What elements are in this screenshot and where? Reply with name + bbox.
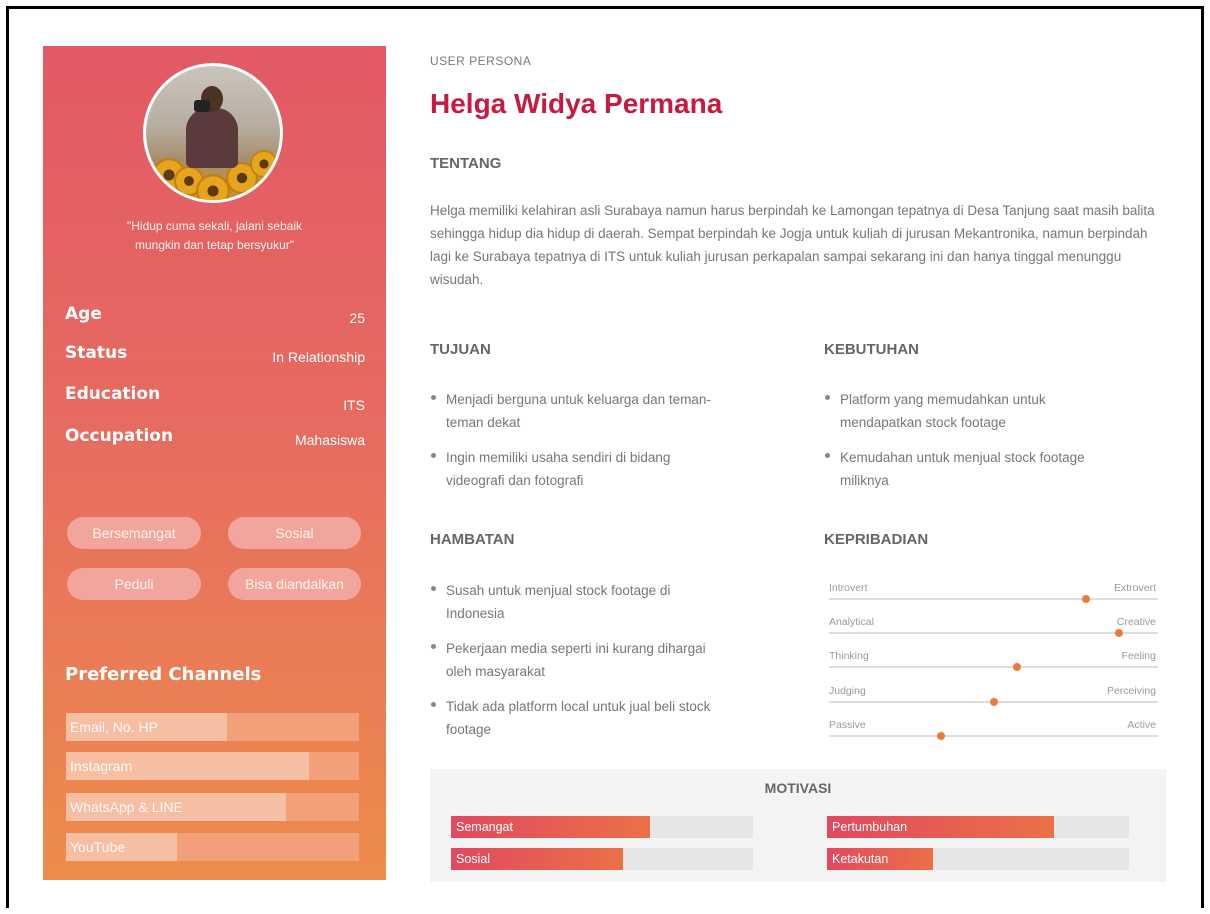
info-value: Mahasiswa: [294, 432, 365, 448]
trait-left-label: Analytical: [829, 616, 874, 628]
avatar: [143, 63, 283, 203]
info-value: In Relationship: [272, 349, 365, 365]
motivation-label: Pertumbuhan: [832, 820, 908, 834]
channel-bar: Email, No. HP: [66, 713, 359, 741]
section-title-hambatan: HAMBATAN: [430, 531, 515, 548]
section-title-kebutuhan: KEBUTUHAN: [824, 341, 919, 358]
motivation-bar: Semangat: [451, 816, 753, 838]
channel-label: Instagram: [70, 758, 133, 774]
list-item: Tidak ada platform local untuk jual beli…: [430, 695, 720, 741]
trait-slider-handle: [936, 732, 945, 740]
list-item: Pekerjaan media seperti ini kurang dihar…: [430, 637, 720, 683]
channel-bar: Instagram: [66, 752, 359, 780]
persona-name: Helga Widya Permana: [430, 88, 723, 119]
trait-right-label: Perceiving: [1106, 685, 1156, 697]
channel-label: Email, No. HP: [70, 719, 158, 735]
trait-right-label: Active: [1127, 719, 1156, 731]
info-label: Education: [65, 384, 161, 404]
motivation-bar: Ketakutan: [827, 848, 1129, 870]
persona-eyebrow: USER PERSONA: [430, 54, 532, 68]
tag-sosial: Sosial: [228, 517, 361, 549]
info-education: Education ITS: [65, 384, 365, 413]
motivation-bar: Pertumbuhan: [827, 816, 1129, 838]
tag-peduli: Peduli: [67, 568, 201, 600]
motivation-label: Sosial: [456, 852, 491, 866]
channel-label: WhatsApp & LINE: [70, 799, 183, 815]
trait-slider-handle: [1114, 629, 1123, 637]
motivation-bar: Sosial: [451, 848, 753, 870]
avatar-photo: [146, 66, 280, 200]
trait-slider: Judging Perceiving: [829, 685, 1158, 713]
info-status: Status In Relationship: [65, 343, 365, 365]
hambatan-list: Susah untuk menjual stock footage di Ind…: [430, 579, 720, 753]
quote-line: "Hidup cuma sekali, jalani sebaik: [126, 219, 302, 233]
about-text: Helga memiliki kelahiran asli Surabaya n…: [430, 203, 1155, 287]
info-age: Age 25: [65, 304, 365, 326]
info-value: ITS: [343, 397, 365, 413]
channel-label: YouTube: [70, 839, 126, 855]
list-item: Susah untuk menjual stock footage di Ind…: [430, 579, 720, 625]
list-item: Ingin memiliki usaha sendiri di bidang v…: [430, 446, 720, 492]
trait-left-label: Thinking: [829, 650, 869, 662]
motivation-label: Semangat: [456, 820, 513, 834]
persona-quote: "Hidup cuma sekali, jalani sebaik mungki…: [43, 217, 386, 255]
list-item: Menjadi berguna untuk keluarga dan teman…: [430, 388, 720, 434]
tag-bisa-diandalkan: Bisa diandalkan: [228, 568, 361, 600]
tujuan-list: Menjadi berguna untuk keluarga dan teman…: [430, 388, 720, 504]
trait-slider: Analytical Creative: [829, 616, 1158, 644]
quote-line: mungkin dan tetap bersyukur": [134, 238, 295, 252]
trait-slider-handle: [1012, 663, 1021, 671]
list-item: Platform yang memudahkan untuk mendapatk…: [824, 388, 1114, 434]
info-label: Occupation: [65, 426, 174, 446]
channel-bar: WhatsApp & LINE: [66, 793, 359, 821]
preferred-channels-title: Preferred Channels: [65, 664, 262, 685]
trait-left-label: Passive: [829, 719, 866, 731]
channel-bar: YouTube: [66, 833, 359, 861]
trait-slider-handle: [989, 698, 998, 706]
persona-sidebar: "Hidup cuma sekali, jalani sebaik mungki…: [43, 46, 386, 880]
trait-left-label: Introvert: [829, 582, 868, 594]
trait-right-label: Feeling: [1121, 650, 1156, 662]
section-title-tujuan: TUJUAN: [430, 341, 491, 358]
tag-bersemangat: Bersemangat: [67, 517, 201, 549]
section-title-tentang: TENTANG: [430, 155, 502, 172]
trait-slider-handle: [1081, 595, 1090, 603]
motivation-label: Ketakutan: [832, 852, 889, 866]
motivasi-panel: MOTIVASI Semangat Pertumbuhan Sosial Ket…: [430, 769, 1166, 882]
trait-slider: Introvert Extrovert: [829, 582, 1158, 610]
info-value: 25: [349, 310, 365, 326]
trait-right-label: Extrovert: [1113, 582, 1156, 594]
trait-slider: Thinking Feeling: [829, 650, 1158, 678]
info-occupation: Occupation Mahasiswa: [65, 426, 365, 448]
trait-right-label: Creative: [1116, 616, 1156, 628]
list-item: Kemudahan untuk menjual stock footage mi…: [824, 446, 1114, 492]
trait-left-label: Judging: [829, 685, 866, 697]
info-label: Age: [65, 304, 102, 324]
trait-slider: Passive Active: [829, 719, 1158, 747]
info-label: Status: [65, 343, 128, 363]
motivasi-title: MOTIVASI: [764, 780, 832, 796]
kebutuhan-list: Platform yang memudahkan untuk mendapatk…: [824, 388, 1114, 504]
section-title-kepribadian: KEPRIBADIAN: [824, 531, 929, 548]
